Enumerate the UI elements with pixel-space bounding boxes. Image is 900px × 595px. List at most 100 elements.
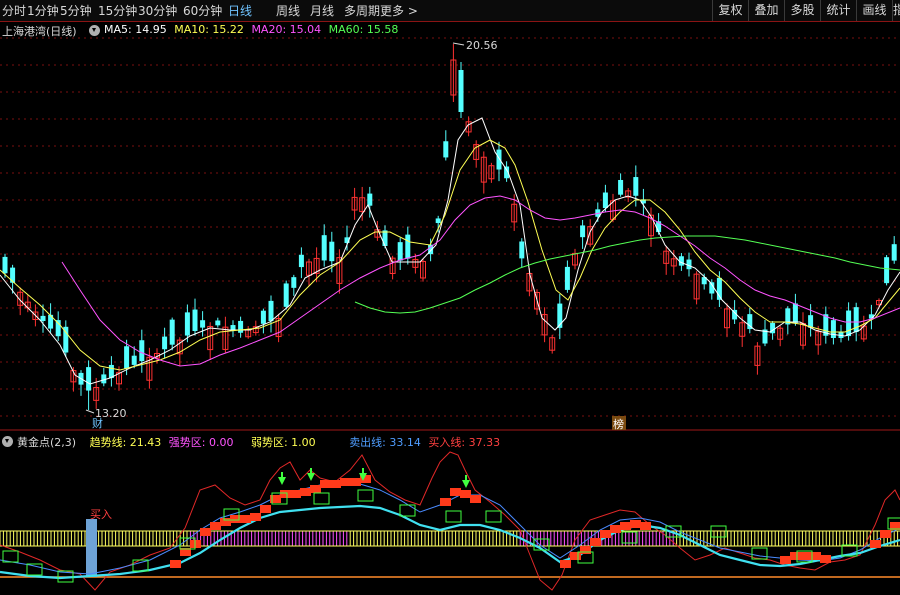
strength-block bbox=[630, 520, 641, 528]
indicator-chart[interactable]: 买入 bbox=[0, 430, 900, 595]
candle-down bbox=[458, 70, 464, 112]
candle-down bbox=[139, 340, 145, 362]
strength-block bbox=[600, 530, 611, 538]
candle-down bbox=[405, 234, 411, 259]
strength-block bbox=[320, 480, 331, 488]
strength-block bbox=[590, 538, 601, 546]
candle-down bbox=[283, 283, 289, 307]
candle-down bbox=[633, 177, 639, 196]
strength-block bbox=[440, 498, 451, 506]
candle-down bbox=[367, 193, 373, 206]
candle-down bbox=[496, 149, 502, 170]
strength-block bbox=[470, 495, 481, 503]
candle-down bbox=[86, 367, 92, 391]
toolbar-button-0[interactable]: 复权 bbox=[712, 0, 748, 21]
candle-down bbox=[891, 244, 897, 261]
candle-down bbox=[131, 355, 137, 365]
strength-block bbox=[460, 490, 471, 498]
buy-signal-label: 买入 bbox=[90, 508, 112, 521]
period-toolbar: 分时 1分钟 5分钟 15分钟 30分钟 60分钟 日线 周线 月线 多周期 更多 > 复权 叠加 多股… bbox=[0, 0, 900, 22]
candle-down bbox=[602, 192, 608, 208]
period-tab-2[interactable]: 5分钟 bbox=[60, 2, 92, 19]
toolbar-button-3[interactable]: 统计 bbox=[820, 0, 856, 21]
kline-chart[interactable]: 20.5613.20财榜 bbox=[0, 22, 900, 432]
candle-down bbox=[564, 266, 570, 290]
candle-down bbox=[382, 230, 388, 246]
strength-block bbox=[220, 518, 231, 526]
candle-down bbox=[618, 179, 624, 195]
high-leader bbox=[452, 42, 465, 46]
candle-down bbox=[298, 254, 304, 268]
candle-down bbox=[443, 141, 449, 158]
candle-down bbox=[215, 320, 221, 326]
strength-block bbox=[260, 505, 271, 513]
strength-block bbox=[570, 552, 581, 560]
period-tab-3[interactable]: 15分钟 bbox=[98, 2, 137, 19]
strength-block bbox=[170, 560, 181, 568]
period-tab-9[interactable]: 多周期 bbox=[344, 2, 380, 19]
strength-block bbox=[340, 478, 351, 486]
sell-arrow-icon bbox=[278, 477, 286, 485]
signal-box bbox=[485, 510, 502, 523]
strength-block bbox=[640, 522, 651, 530]
candle-down bbox=[10, 267, 16, 283]
signal-box bbox=[357, 489, 374, 502]
strength-block bbox=[350, 478, 361, 486]
signal-box bbox=[399, 504, 416, 517]
toolbar-button-4[interactable]: 画线 bbox=[856, 0, 892, 21]
strength-block bbox=[620, 522, 631, 530]
strength-block bbox=[610, 525, 621, 533]
period-tab-4[interactable]: 30分钟 bbox=[138, 2, 177, 19]
period-tab-10[interactable]: 更多 > bbox=[380, 2, 418, 19]
strength-block bbox=[560, 560, 571, 568]
candle-down bbox=[808, 315, 814, 328]
candle-down bbox=[519, 241, 525, 259]
strength-block bbox=[880, 530, 891, 538]
strength-block bbox=[790, 552, 801, 560]
candle-down bbox=[184, 312, 190, 336]
candle-down bbox=[884, 257, 890, 284]
candle-down bbox=[435, 218, 441, 224]
candle-down bbox=[321, 235, 327, 261]
sell-arrow-icon bbox=[307, 473, 315, 481]
candle-down bbox=[846, 310, 852, 337]
strength-block bbox=[870, 540, 881, 548]
period-tab-6[interactable]: 日线 bbox=[228, 2, 252, 19]
buy-signal-bar bbox=[86, 519, 97, 577]
toolbar-button-1[interactable]: 叠加 bbox=[748, 0, 784, 21]
signal-box bbox=[445, 510, 462, 523]
period-tab-0[interactable]: 分时 bbox=[2, 2, 26, 19]
candle-down bbox=[291, 277, 297, 288]
period-tab-7[interactable]: 周线 bbox=[276, 2, 300, 19]
dragon-tiger-marker: 榜 bbox=[613, 417, 624, 431]
candle-down bbox=[230, 325, 236, 331]
candle-down bbox=[329, 241, 335, 262]
strength-block bbox=[280, 490, 291, 498]
candle-down bbox=[200, 320, 206, 328]
financial-report-marker: 财 bbox=[92, 416, 103, 430]
candle-down bbox=[268, 300, 274, 322]
toolbar-button-2[interactable]: 多股 bbox=[784, 0, 820, 21]
buy-line bbox=[0, 451, 900, 591]
candle-down bbox=[580, 225, 586, 238]
candle-down bbox=[162, 336, 168, 350]
period-tab-8[interactable]: 月线 bbox=[310, 2, 334, 19]
strength-block bbox=[310, 485, 321, 493]
ma60-line bbox=[354, 235, 900, 314]
candle-down bbox=[2, 256, 8, 274]
strength-block bbox=[780, 556, 791, 564]
strength-block bbox=[290, 490, 301, 498]
period-tab-1[interactable]: 1分钟 bbox=[27, 2, 59, 19]
strength-block bbox=[330, 480, 341, 488]
strength-block bbox=[300, 488, 311, 496]
candle-down bbox=[124, 346, 130, 369]
candle-down bbox=[260, 310, 266, 324]
toolbar-button-5[interactable]: 指 bbox=[892, 0, 900, 21]
strength-block bbox=[200, 528, 211, 536]
strength-block bbox=[800, 552, 811, 560]
strength-block bbox=[250, 513, 261, 521]
low-leader bbox=[85, 409, 95, 414]
period-tab-5[interactable]: 60分钟 bbox=[183, 2, 222, 19]
strength-block bbox=[580, 546, 591, 554]
strength-block bbox=[820, 555, 831, 563]
